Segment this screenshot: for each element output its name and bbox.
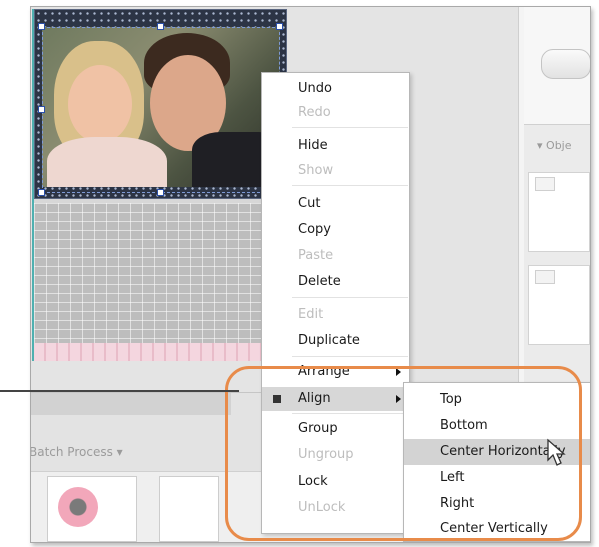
scrapbook-page[interactable] — [32, 9, 287, 361]
menu-item-undo[interactable]: Undo — [262, 77, 411, 101]
pink-border-strip — [34, 343, 287, 361]
layer-thumbnail[interactable] — [528, 172, 590, 252]
pointer-cursor-icon — [547, 438, 566, 466]
menu-item-show[interactable]: Show — [262, 159, 411, 183]
app-window: ▾ Obje Batch Process ▾ Undo Redo Hide Sh… — [30, 6, 591, 543]
menu-item-copy[interactable]: Copy — [262, 218, 411, 242]
submenu-item-center-vertically[interactable]: Center Vertically — [404, 516, 590, 542]
menu-item-cut[interactable]: Cut — [262, 192, 411, 216]
menu-item-align[interactable]: Align — [262, 387, 411, 411]
batch-process-button[interactable]: Batch Process ▾ — [30, 445, 123, 459]
callout-line — [0, 390, 239, 392]
menu-item-unlock[interactable]: UnLock — [262, 496, 411, 520]
menu-separator — [292, 356, 408, 357]
menu-item-group[interactable]: Group — [262, 417, 411, 441]
submenu-item-top[interactable]: Top — [404, 387, 590, 413]
layer-eye-icon[interactable] — [535, 270, 555, 284]
menu-item-duplicate[interactable]: Duplicate — [262, 329, 411, 353]
layer-eye-icon[interactable] — [535, 177, 555, 191]
object-dropdown-label: Obje — [546, 139, 572, 152]
tray-thumbnail[interactable] — [47, 476, 137, 542]
patterned-paper — [34, 203, 287, 343]
batch-process-label: Batch Process — [30, 445, 113, 459]
menu-separator — [292, 185, 408, 186]
context-menu: Undo Redo Hide Show Cut Copy Paste Delet… — [261, 72, 411, 534]
submenu-item-left[interactable]: Left — [404, 465, 590, 491]
resize-handle-top[interactable] — [157, 23, 164, 30]
menu-item-hide[interactable]: Hide — [262, 134, 411, 158]
submenu-item-right[interactable]: Right — [404, 491, 590, 517]
menu-item-edit[interactable]: Edit — [262, 303, 411, 327]
resize-handle-bottom-left[interactable] — [38, 189, 45, 196]
menu-item-arrange[interactable]: Arrange — [262, 360, 411, 384]
photo-frame[interactable] — [34, 9, 287, 199]
menu-separator — [292, 127, 408, 128]
chevron-right-icon — [396, 368, 401, 376]
menu-item-ungroup[interactable]: Ungroup — [262, 443, 411, 467]
menu-item-lock[interactable]: Lock — [262, 470, 411, 494]
submenu-item-bottom[interactable]: Bottom — [404, 413, 590, 439]
menu-separator — [292, 297, 408, 298]
selection-box — [42, 27, 280, 193]
chevron-right-icon — [396, 395, 401, 403]
square-bullet-icon — [273, 395, 281, 403]
right-panel-button[interactable] — [541, 49, 590, 79]
resize-handle-bottom[interactable] — [157, 189, 164, 196]
menu-item-delete[interactable]: Delete — [262, 270, 411, 294]
layer-thumbnail[interactable] — [528, 265, 590, 345]
menu-item-redo[interactable]: Redo — [262, 101, 411, 125]
resize-handle-top-right[interactable] — [276, 23, 283, 30]
resize-handle-top-left[interactable] — [38, 23, 45, 30]
menu-separator — [292, 413, 408, 414]
menu-item-paste[interactable]: Paste — [262, 244, 411, 268]
resize-handle-left[interactable] — [38, 106, 45, 113]
object-dropdown[interactable]: ▾ Obje — [531, 132, 590, 160]
bottom-panel-tab[interactable] — [31, 393, 231, 415]
flower-embellishment — [58, 487, 98, 527]
tray-thumbnail[interactable] — [159, 476, 219, 542]
